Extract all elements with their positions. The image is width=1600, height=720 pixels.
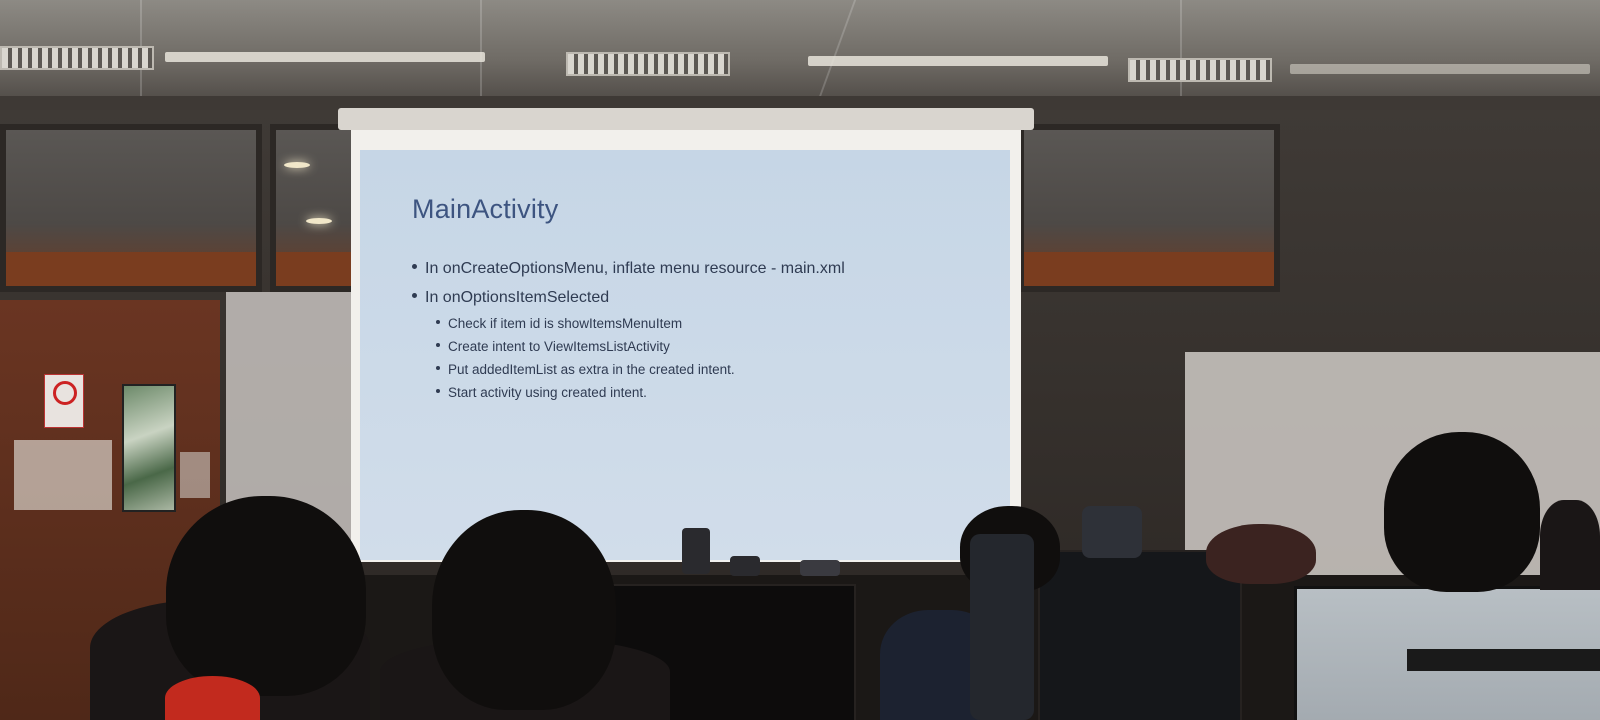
ceiling-seam bbox=[815, 0, 857, 105]
slide-subbullet: Create intent to ViewItemsListActivity bbox=[436, 339, 670, 354]
chair-back bbox=[970, 534, 1034, 720]
presentation-slide: MainActivity In onCreateOptionsMenu, inf… bbox=[360, 150, 1010, 560]
wall-poster bbox=[122, 384, 176, 512]
bullet-dot bbox=[436, 366, 440, 371]
ceiling-seam bbox=[1180, 0, 1182, 105]
slide-subbullet: Check if item id is showItemsMenuItem bbox=[436, 316, 682, 331]
slide-subbullet: Put addedItemList as extra in the create… bbox=[436, 362, 735, 377]
student-head bbox=[432, 510, 616, 710]
desk-object bbox=[1082, 506, 1142, 558]
ceiling-vent bbox=[1128, 58, 1272, 82]
wall-notice bbox=[180, 452, 210, 498]
computer-monitor-screen bbox=[1294, 586, 1600, 720]
slide-bullet: In onCreateOptionsMenu, inflate menu res… bbox=[412, 260, 845, 278]
slide-title: MainActivity bbox=[412, 194, 559, 224]
student-red-shirt bbox=[165, 676, 260, 720]
ceiling-light bbox=[808, 56, 1108, 66]
desk-object bbox=[682, 528, 710, 574]
projector-screen-case bbox=[338, 108, 1034, 130]
ceiling-vent bbox=[0, 46, 154, 70]
bullet-dot bbox=[436, 343, 440, 348]
back-window bbox=[1018, 124, 1280, 292]
bullet-dot bbox=[436, 389, 440, 394]
desk-object bbox=[800, 560, 840, 576]
back-window bbox=[270, 124, 362, 292]
slide-subbullet-text: Start activity using created intent. bbox=[448, 385, 647, 400]
window-wall-band bbox=[276, 252, 356, 286]
slide-subbullet-text: Put addedItemList as extra in the create… bbox=[448, 362, 735, 377]
wall-notice bbox=[14, 440, 112, 510]
ceiling-light bbox=[1290, 64, 1590, 74]
slide-bullet: In onOptionsItemSelected bbox=[412, 289, 609, 307]
student-head bbox=[1384, 432, 1540, 592]
ceiling-vent bbox=[566, 52, 730, 76]
bullet-dot bbox=[436, 320, 440, 325]
slide-bullet-text: In onCreateOptionsMenu, inflate menu res… bbox=[425, 260, 845, 277]
classroom-scene: MainActivity In onCreateOptionsMenu, inf… bbox=[0, 0, 1600, 720]
back-window bbox=[0, 124, 262, 292]
slide-bullet-text: In onOptionsItemSelected bbox=[425, 289, 610, 306]
screen-element bbox=[1407, 649, 1600, 671]
student-head bbox=[1206, 524, 1316, 584]
student-head bbox=[166, 496, 366, 696]
window-wall-band bbox=[6, 252, 256, 286]
bullet-dot bbox=[412, 293, 417, 299]
no-smoking-sign bbox=[44, 374, 84, 428]
desk-object bbox=[730, 556, 760, 576]
computer-monitor bbox=[1038, 550, 1242, 720]
ceiling-spotlight bbox=[306, 218, 332, 224]
slide-subbullet-text: Create intent to ViewItemsListActivity bbox=[448, 339, 670, 354]
window-wall-band bbox=[1024, 252, 1274, 286]
ceiling-light bbox=[165, 52, 485, 62]
ceiling bbox=[0, 0, 1600, 110]
student-body bbox=[1540, 500, 1600, 590]
slide-subbullet: Start activity using created intent. bbox=[436, 385, 647, 400]
slide-subbullet-text: Check if item id is showItemsMenuItem bbox=[448, 316, 683, 331]
bullet-dot bbox=[412, 264, 417, 270]
ceiling-spotlight bbox=[284, 162, 310, 168]
